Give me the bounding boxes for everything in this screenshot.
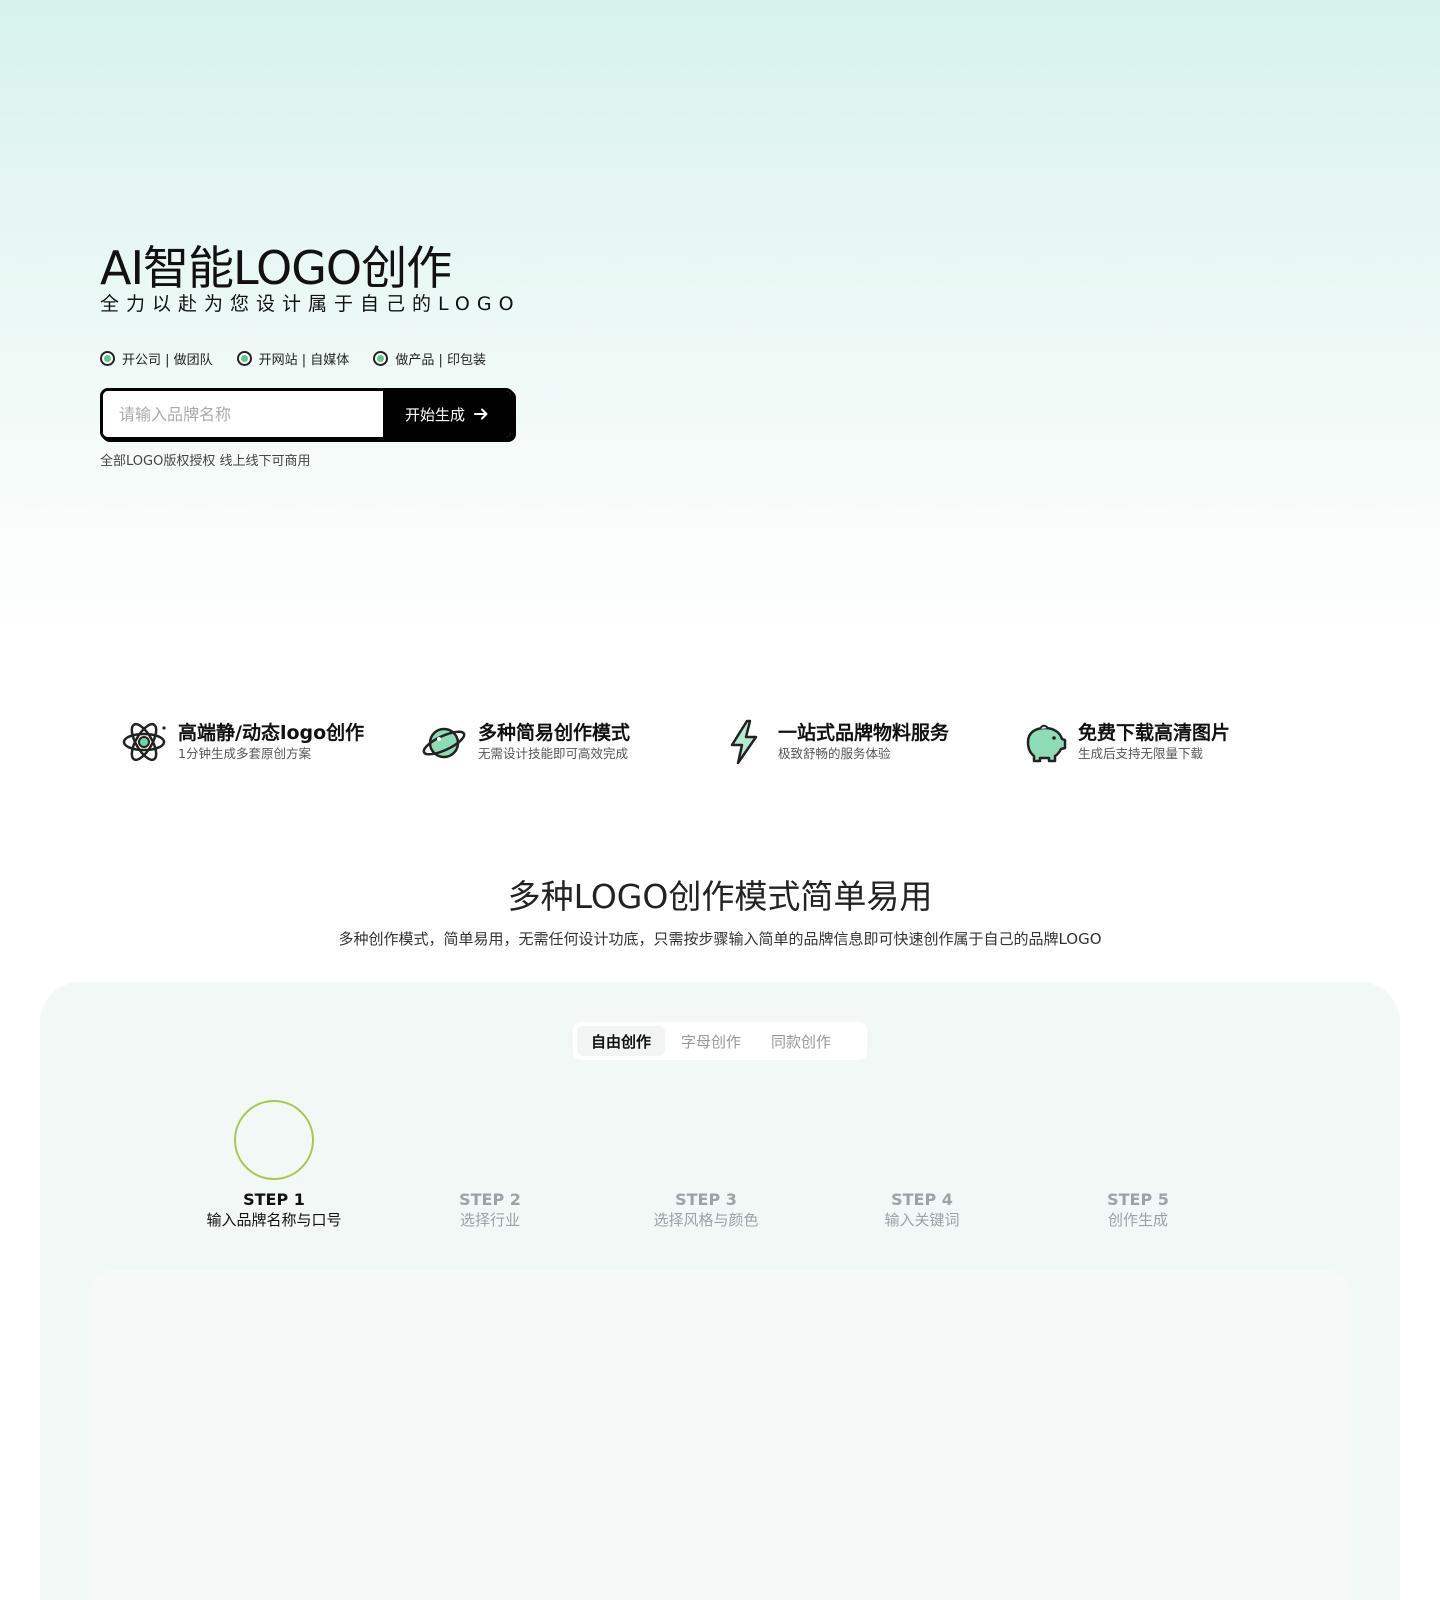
features-row: 高端静/动态logo创作 1分钟生成多套原创方案 多种简易创作模式 无需设计技能… <box>120 718 1320 766</box>
atom-icon <box>122 722 166 762</box>
feature-item: 多种简易创作模式 无需设计技能即可高效完成 <box>420 718 720 766</box>
start-generate-button[interactable]: 开始生成 <box>383 391 511 437</box>
step-content-area <box>88 1270 1352 1600</box>
section-title: 多种LOGO创作模式简单易用 <box>507 877 933 916</box>
tag-label: 做产品 | 印包装 <box>395 352 486 368</box>
step-ring-icon <box>234 1100 314 1180</box>
step-2[interactable]: STEP 2 选择行业 <box>380 1190 600 1230</box>
tag-dot-icon <box>236 350 252 366</box>
piggy-bank-icon <box>1026 724 1067 763</box>
feature-desc: 极致舒畅的服务体验 <box>778 746 891 761</box>
tag-label: 开公司 | 做团队 <box>122 352 213 368</box>
section-desc: 多种创作模式，简单易用，无需任何设计功底，只需按步骤输入简单的品牌信息即可快速创… <box>338 930 1102 948</box>
tab-free-creation[interactable]: 自由创作 <box>577 1026 666 1056</box>
step-3[interactable]: STEP 3 选择风格与颜色 <box>596 1190 816 1230</box>
brand-name-input[interactable] <box>103 391 383 437</box>
step-number: STEP 4 <box>891 1190 953 1209</box>
step-4[interactable]: STEP 4 输入关键词 <box>812 1190 1032 1230</box>
tag-dot-icon <box>100 350 115 366</box>
tab-same-style-creation[interactable]: 同款创作 <box>757 1026 845 1056</box>
feature-desc: 无需设计技能即可高效完成 <box>478 746 629 761</box>
arrow-right-icon <box>474 408 488 420</box>
step-number: STEP 3 <box>675 1190 737 1209</box>
feature-item: 一站式品牌物料服务 极致舒畅的服务体验 <box>720 718 1020 766</box>
brand-search-box: 开始生成 <box>100 388 514 440</box>
step-5[interactable]: STEP 5 创作生成 <box>1028 1190 1248 1230</box>
feature-title: 多种简易创作模式 <box>478 722 631 744</box>
step-label: 输入品牌名称与口号 <box>206 1211 342 1229</box>
step-label: 输入关键词 <box>884 1211 960 1229</box>
step-number: STEP 2 <box>459 1190 521 1209</box>
step-label: 选择风格与颜色 <box>653 1211 759 1229</box>
creation-panel: 自由创作 字母创作 同款创作 STEP 1 输入品牌名称与口号 STEP 2 选… <box>40 982 1400 1600</box>
feature-item: 高端静/动态logo创作 1分钟生成多套原创方案 <box>120 718 420 766</box>
tag-dot-icon <box>373 350 389 366</box>
step-number: STEP 5 <box>1107 1190 1169 1209</box>
tag-website: 开网站 | 自媒体 <box>236 349 350 368</box>
lightning-icon <box>730 719 758 765</box>
step-1[interactable]: STEP 1 输入品牌名称与口号 <box>164 1100 384 1230</box>
step-label: 创作生成 <box>1107 1211 1168 1229</box>
creation-mode-tabs: 自由创作 字母创作 同款创作 <box>573 1022 867 1060</box>
tag-product: 做产品 | 印包装 <box>373 349 486 368</box>
planet-icon <box>422 727 466 759</box>
step-label: 选择行业 <box>459 1211 520 1229</box>
tag-label: 开网站 | 自媒体 <box>258 352 350 368</box>
step-number: STEP 1 <box>243 1190 305 1209</box>
feature-desc: 生成后支持无限量下载 <box>1078 746 1204 761</box>
hero-subtitle: 全力以赴为您设计属于自己的LOGO <box>100 293 521 315</box>
feature-title: 免费下载高清图片 <box>1078 722 1231 744</box>
start-generate-label: 开始生成 <box>404 405 465 424</box>
use-case-tags: 开公司 | 做团队 开网站 | 自媒体 做产品 | 印包装 <box>100 348 540 368</box>
tab-letter-creation[interactable]: 字母创作 <box>667 1026 755 1056</box>
feature-title: 一站式品牌物料服务 <box>778 722 950 744</box>
tag-company: 开公司 | 做团队 <box>100 349 213 368</box>
feature-desc: 1分钟生成多套原创方案 <box>178 746 311 761</box>
hero-title: AI智能LOGO创作 <box>100 241 452 295</box>
license-note: 全部LOGO版权授权 线上线下可商用 <box>100 454 311 469</box>
feature-item: 免费下载高清图片 生成后支持无限量下载 <box>1020 718 1320 766</box>
feature-title: 高端静/动态logo创作 <box>178 722 365 744</box>
hero-section: AI智能LOGO创作 全力以赴为您设计属于自己的LOGO 开公司 | 做团队 开… <box>100 240 540 469</box>
